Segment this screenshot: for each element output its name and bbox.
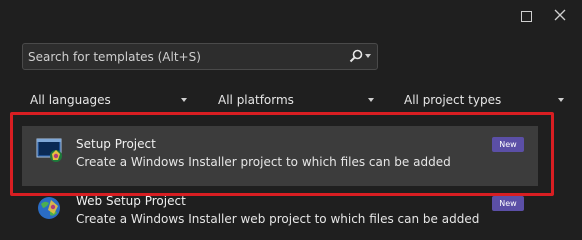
platform-filter-label: All platforms	[218, 93, 294, 107]
chevron-down-icon	[365, 54, 371, 58]
language-filter-label: All languages	[30, 93, 111, 107]
template-title: Web Setup Project	[76, 194, 186, 208]
chevron-down-icon	[181, 98, 187, 102]
template-description: Create a Windows Installer project to wh…	[76, 155, 451, 169]
template-description: Create a Windows Installer web project t…	[76, 212, 480, 226]
template-search-box[interactable]	[22, 43, 378, 70]
chevron-down-icon	[558, 98, 564, 102]
new-badge: New	[492, 196, 524, 211]
new-badge: New	[492, 137, 524, 152]
project-type-filter-dropdown[interactable]: All project types	[404, 90, 564, 110]
web-setup-project-icon	[38, 197, 60, 219]
setup-project-icon	[36, 138, 62, 162]
search-options-button[interactable]	[349, 49, 371, 63]
search-icon	[349, 49, 363, 63]
close-icon	[554, 9, 566, 21]
template-item-web-setup-project[interactable]: Web Setup Project Create a Windows Insta…	[22, 192, 538, 240]
template-search-input[interactable]	[28, 48, 338, 66]
template-item-setup-project[interactable]: Setup Project Create a Windows Installer…	[22, 126, 538, 186]
close-button[interactable]	[551, 6, 569, 24]
chevron-down-icon	[368, 98, 374, 102]
maximize-icon	[520, 10, 532, 22]
project-type-filter-label: All project types	[404, 93, 502, 107]
template-title: Setup Project	[76, 137, 156, 151]
platform-filter-dropdown[interactable]: All platforms	[218, 90, 374, 110]
language-filter-dropdown[interactable]: All languages	[30, 90, 187, 110]
maximize-button[interactable]	[518, 8, 534, 24]
